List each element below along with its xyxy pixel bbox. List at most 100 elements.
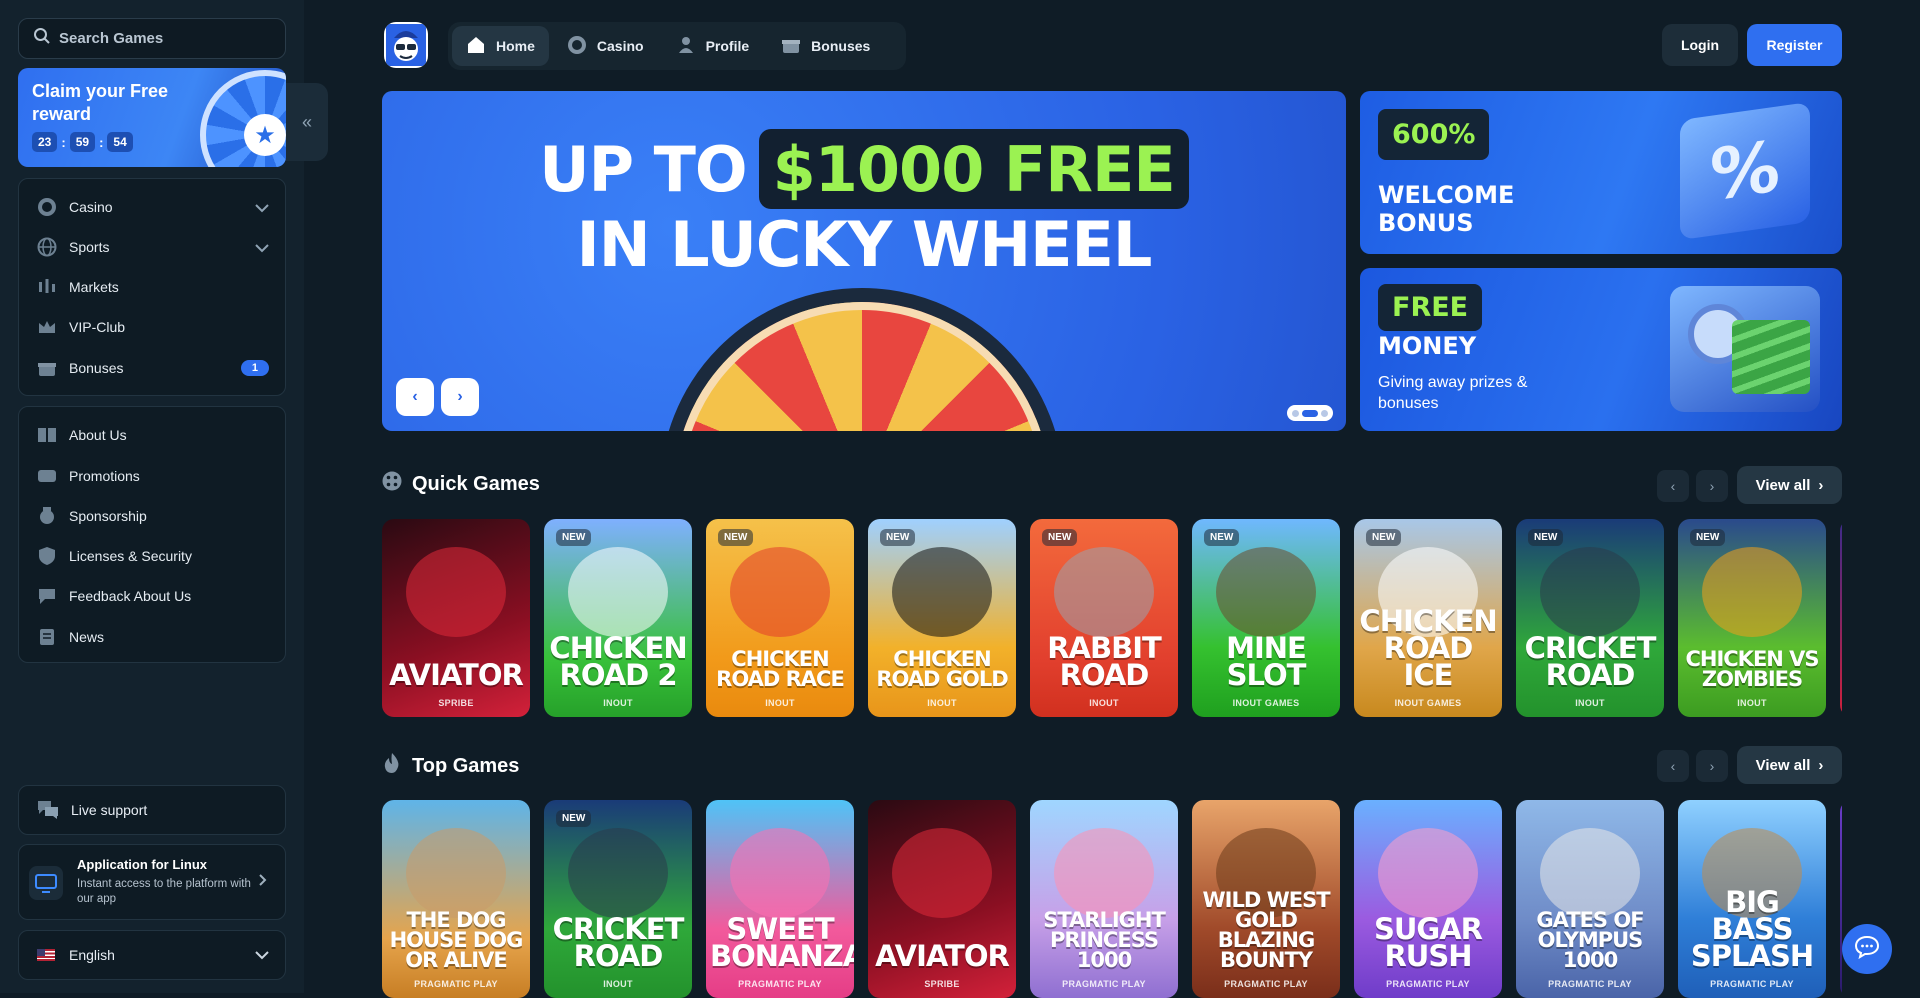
flame-icon [382,752,402,780]
carousel-dot-active[interactable] [1302,409,1318,417]
hero-carousel[interactable]: UP TO $1000 FREE IN LUCKY WHEEL ‹ › [382,91,1346,431]
timer-minutes: 59 [69,132,96,152]
chat-widget-button[interactable] [1842,924,1892,974]
sidebar-item-bonuses[interactable]: Bonuses 1 [37,355,269,381]
live-support-button[interactable]: Live support [18,785,286,835]
game-card[interactable]: SUGAR RUSH PRAGMATIC PLAY [1354,800,1502,998]
language-selector[interactable]: English [18,930,286,980]
linux-app-banner[interactable]: Application for Linux Instant access to … [18,844,286,920]
chevron-right-icon [259,873,267,891]
search-icon [33,27,51,50]
new-badge: NEW [556,810,592,827]
tab-profile[interactable]: Profile [662,26,764,66]
sidebar-item-markets[interactable]: Markets [37,274,269,300]
timer-seconds: 54 [107,132,133,152]
top-games-prev-button[interactable]: ‹ [1657,750,1689,782]
globe-icon [37,237,57,257]
carousel-dot[interactable] [1292,409,1299,417]
new-badge: NEW [1042,529,1078,546]
game-provider: PRAGMATIC PLAY [414,979,498,989]
sidebar-item-licenses-security[interactable]: Licenses & Security [37,543,269,569]
game-card[interactable]: NEW MINE SLOT INOUT GAMES [1192,519,1340,717]
sidebar-item-label: Licenses & Security [69,548,192,564]
game-card[interactable]: AVIATOR SPRIBE [868,800,1016,998]
game-card[interactable]: NEW CHICKEN VS ZOMBIES INOUT [1678,519,1826,717]
carousel-dot[interactable] [1321,409,1328,417]
promo-subtitle: Giving away prizes & bonuses [1378,374,1528,412]
percent-gift-box-image: % [1680,101,1810,241]
money-safe-image [1670,286,1820,412]
chevron-right-icon: › [457,388,463,405]
sidebar-item-sponsorship[interactable]: Sponsorship [37,503,269,529]
user-icon [676,35,696,58]
sidebar-item-promotions[interactable]: Promotions [37,463,269,489]
sidebar: Claim your Free reward 23: 59: 54 ★ « Ca… [0,0,328,993]
section-header-top-games: Top Games [382,752,519,780]
search-input[interactable] [59,30,259,47]
game-card[interactable]: NEW RABBIT ROAD INOUT [1030,519,1178,717]
top-games-next-button[interactable]: › [1696,750,1728,782]
game-provider: INOUT [1575,698,1605,708]
game-card[interactable]: SWEET BONANZA PRAGMATIC PLAY [706,800,854,998]
chevron-left-icon: ‹ [1670,758,1676,774]
game-artwork [406,547,506,637]
free-reward-banner[interactable]: Claim your Free reward 23: 59: 54 ★ [18,68,286,167]
tab-bonuses[interactable]: Bonuses [767,26,884,66]
sidebar-item-label: Feedback About Us [69,588,192,604]
us-flag-icon [37,949,55,961]
game-card[interactable]: NEW CHICKEN ROAD RACE INOUT [706,519,854,717]
sidebar-item-sports[interactable]: Sports [37,234,269,260]
welcome-bonus-banner[interactable]: 600% WELCOME BONUS % [1360,91,1842,254]
sidebar-item-about-us[interactable]: About Us [37,422,269,448]
double-chevron-left-icon: « [301,111,312,132]
chevron-down-icon [255,947,269,963]
game-card-partial[interactable] [1840,519,1842,717]
game-artwork [1378,828,1478,918]
sidebar-item-feedback[interactable]: Feedback About Us [37,583,269,609]
hero-next-button[interactable]: › [441,378,479,416]
game-card[interactable]: BIG BASS SPLASH PRAGMATIC PLAY [1678,800,1826,998]
register-button[interactable]: Register [1747,24,1842,66]
tab-label: Profile [705,38,750,54]
sidebar-item-vip-club[interactable]: VIP-Club [37,314,269,340]
game-card[interactable]: STARLIGHT PRINCESS 1000 PRAGMATIC PLAY [1030,800,1178,998]
sidebar-item-news[interactable]: News [37,624,269,650]
game-card[interactable]: NEW CHICKEN ROAD GOLD INOUT [868,519,1016,717]
chevron-right-icon: › [1709,758,1715,774]
game-card[interactable]: NEW CRICKET ROAD INOUT [1516,519,1664,717]
chevron-right-icon: › [1709,478,1715,494]
game-provider: PRAGMATIC PLAY [1224,979,1308,989]
game-artwork [1054,547,1154,637]
game-provider: PRAGMATIC PLAY [1710,979,1794,989]
tab-casino[interactable]: Casino [553,26,658,66]
game-card[interactable]: NEW CHICKEN ROAD ICE INOUT GAMES [1354,519,1502,717]
game-card[interactable]: AVIATOR SPRIBE [382,519,530,717]
game-card[interactable]: NEW CHICKEN ROAD 2 INOUT [544,519,692,717]
game-title: THE DOG HOUSE DOG OR ALIVE [389,908,524,972]
hero-headline-line2: IN LUCKY WHEEL [576,208,1153,281]
search-box[interactable] [18,18,286,59]
quick-games-next-button[interactable]: › [1696,470,1728,502]
candlestick-chart-icon [37,277,57,297]
new-badge: NEW [880,529,916,546]
sidebar-item-casino[interactable]: Casino [37,194,269,220]
game-card[interactable]: GATES OF OLYMPUS 1000 PRAGMATIC PLAY [1516,800,1664,998]
collapse-sidebar-button[interactable]: « [286,83,328,161]
site-logo[interactable] [384,22,428,68]
app-title: Application for Linux [77,857,207,872]
top-games-carousel: THE DOG HOUSE DOG OR ALIVE PRAGMATIC PLAY… [382,800,1842,998]
game-card[interactable]: WILD WEST GOLD BLAZING BOUNTY PRAGMATIC P… [1192,800,1340,998]
tab-home[interactable]: Home [452,26,549,66]
login-button[interactable]: Login [1662,24,1738,66]
sidebar-item-label: News [69,629,105,645]
hero-prev-button[interactable]: ‹ [396,378,434,416]
section-title: Top Games [412,754,520,777]
quick-games-view-all-button[interactable]: View all › [1737,466,1842,504]
free-money-banner[interactable]: FREE MONEY Giving away prizes & bonuses [1360,268,1842,431]
top-games-view-all-button[interactable]: View all › [1737,746,1842,784]
game-card-partial[interactable] [1840,800,1842,998]
quick-games-prev-button[interactable]: ‹ [1657,470,1689,502]
game-card[interactable]: NEW CRICKET ROAD INOUT [544,800,692,998]
sidebar-item-label: Sponsorship [69,508,147,524]
game-card[interactable]: THE DOG HOUSE DOG OR ALIVE PRAGMATIC PLAY [382,800,530,998]
